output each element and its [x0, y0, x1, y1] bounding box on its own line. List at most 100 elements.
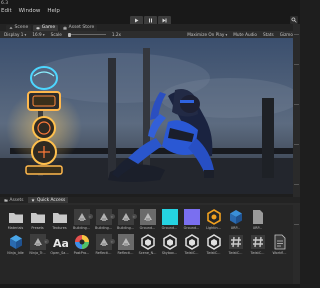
asset-name: Ground...: [161, 226, 178, 230]
folder-icon: [8, 213, 23, 223]
tab-game-label: Game: [41, 25, 56, 30]
scene-icon: [9, 26, 13, 29]
expand-arrow-icon[interactable]: ›: [87, 214, 93, 219]
game-render: [0, 38, 293, 194]
folder-icon: [4, 199, 8, 202]
asset-item[interactable]: Skybox...: [160, 234, 179, 255]
lighting-icon: [206, 209, 221, 225]
view-tabs: Scene Game Asset Store: [0, 24, 300, 31]
file-icon: [252, 210, 263, 224]
scale-value: 1.2x: [111, 32, 122, 37]
asset-item[interactable]: Ninja_Idle: [6, 234, 25, 255]
asset-name: Reflecti...: [117, 251, 134, 255]
asset-name: TwistC...: [250, 251, 265, 255]
prefab-icon: [117, 234, 134, 250]
tab-scene[interactable]: Scene: [6, 24, 32, 31]
asset-thumbnail: [8, 234, 24, 250]
asset-item[interactable]: URP...: [248, 209, 267, 230]
asset-name: PostPro...: [73, 251, 90, 255]
asset-thumbnail: [250, 234, 266, 250]
asset-item[interactable]: Reflecti...: [116, 234, 135, 255]
asset-item[interactable]: TwistC...: [182, 234, 201, 255]
game-viewport[interactable]: [0, 38, 293, 194]
script-icon: [228, 235, 243, 249]
asset-item[interactable]: › Ninja_Tr...: [28, 234, 49, 255]
asset-item[interactable]: › Building...: [72, 209, 93, 230]
folder-icon: [52, 213, 67, 223]
store-icon: [63, 25, 67, 30]
search-button[interactable]: [290, 16, 298, 24]
unity-scene-icon: [140, 234, 155, 250]
mute-audio-toggle[interactable]: Mute Audio: [233, 32, 257, 37]
asset-name: URP...: [252, 226, 263, 230]
expand-arrow-icon[interactable]: ›: [131, 214, 137, 219]
prefab-icon: [139, 209, 156, 225]
asset-thumbnail: ›: [95, 234, 115, 250]
asset-name: Building...: [73, 226, 90, 230]
asset-thumbnail: [74, 234, 90, 250]
asset-item[interactable]: TwistC...: [204, 234, 223, 255]
unity-scene-icon: [206, 234, 221, 250]
asset-item[interactable]: URP...: [226, 209, 245, 230]
folder-icon: [30, 213, 45, 223]
tab-scene-label: Scene: [14, 25, 29, 30]
asset-item[interactable]: TwistC...: [248, 234, 267, 255]
status-bar: [0, 284, 300, 288]
asset-name: Textures: [52, 226, 67, 230]
asset-thumbnail: [228, 234, 244, 250]
asset-item[interactable]: Ground...: [160, 209, 179, 230]
asset-name: TwistC...: [184, 251, 199, 255]
expand-arrow-icon[interactable]: ›: [43, 239, 49, 244]
maximize-dropdown[interactable]: Maximize On Play: [187, 32, 227, 37]
asset-item[interactable]: Scene_N...: [138, 234, 157, 255]
asset-item[interactable]: › Building...: [116, 209, 137, 230]
tab-asset-store[interactable]: Asset Store: [60, 24, 98, 31]
expand-arrow-icon[interactable]: ›: [109, 214, 115, 219]
stats-toggle[interactable]: Stats: [263, 32, 274, 37]
asset-item[interactable]: Presets: [28, 209, 47, 230]
asset-item[interactable]: Lightin...: [204, 209, 223, 230]
game-icon: [36, 26, 40, 29]
asset-thumbnail: [161, 209, 178, 225]
asset-name: TwistC...: [228, 251, 243, 255]
pause-icon: [148, 18, 152, 22]
post-processing-icon: [74, 235, 89, 249]
asset-thumbnail: ›: [95, 209, 115, 225]
asset-thumbnail: [139, 209, 156, 225]
asset-item[interactable]: Materials: [6, 209, 25, 230]
asset-item[interactable]: Workfl...: [270, 234, 289, 255]
asset-item[interactable]: Textures: [50, 209, 69, 230]
cube-icon: [9, 235, 22, 249]
asset-item[interactable]: Aa Open_Sa...: [50, 234, 69, 255]
asset-thumbnail: [184, 234, 200, 250]
aspect-dropdown[interactable]: 16:9: [32, 32, 44, 37]
display-dropdown[interactable]: Display 1: [4, 32, 26, 37]
window-title: 6.3: [1, 0, 9, 6]
expand-arrow-icon[interactable]: ›: [109, 239, 115, 244]
asset-item[interactable]: › Reflecti...: [94, 234, 115, 255]
asset-name: Workfl...: [272, 251, 287, 255]
script-icon: [250, 235, 265, 249]
asset-name: URP...: [230, 226, 241, 230]
asset-name: Building...: [95, 226, 112, 230]
toolbar-right: [290, 16, 298, 24]
search-icon: [291, 17, 297, 23]
play-icon: [134, 18, 138, 22]
asset-name: Ground...: [139, 226, 156, 230]
asset-thumbnail: [162, 234, 178, 250]
asset-thumbnail: [250, 209, 266, 225]
tab-quick-access-label: Quick Access: [36, 197, 66, 203]
scale-slider-knob[interactable]: [67, 32, 71, 37]
asset-name: Open_Sa...: [50, 251, 69, 255]
asset-item[interactable]: › Building...: [94, 209, 115, 230]
asset-item[interactable]: TwistC...: [226, 234, 245, 255]
asset-item[interactable]: PostPro...: [72, 234, 91, 255]
asset-thumbnail: [140, 234, 156, 250]
scale-label: Scale: [50, 32, 62, 37]
asset-thumbnail: [30, 209, 46, 225]
asset-thumbnail: [228, 209, 244, 225]
asset-item[interactable]: Ground...: [182, 209, 201, 230]
asset-item[interactable]: Ground...: [138, 209, 157, 230]
scale-slider[interactable]: [67, 32, 106, 37]
tab-game[interactable]: Game: [33, 24, 59, 31]
